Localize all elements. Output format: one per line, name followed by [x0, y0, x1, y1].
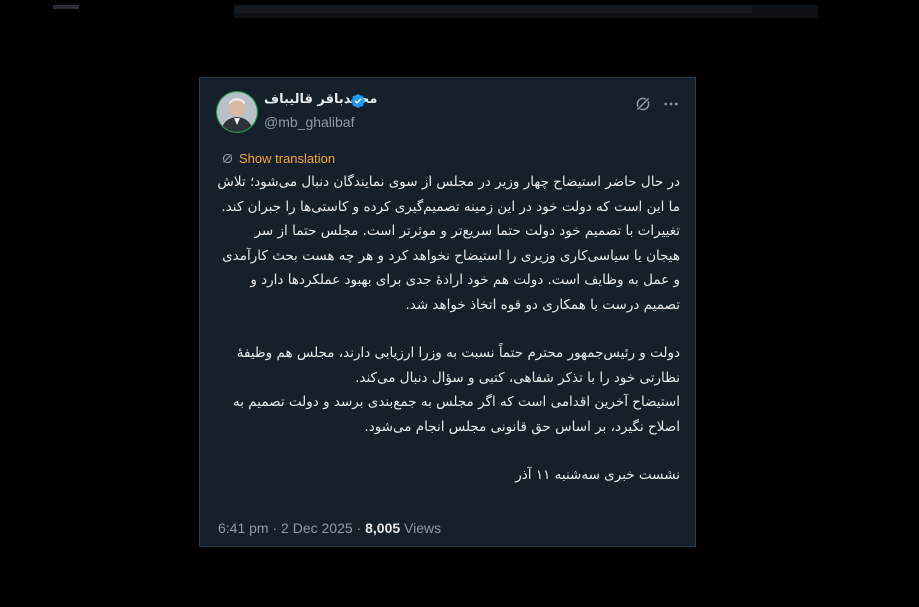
avatar-portrait: [217, 92, 257, 132]
tweet-paragraph-2: دولت و رئیس‌جمهور محترم حتماً نسبت به وز…: [236, 345, 680, 386]
tweet-paragraph-3: استیضاح آخرین اقدامی است که اگر مجلس به …: [232, 394, 680, 435]
tweet-paragraph-1: در حال حاضر استیضاح چهار وزیر در مجلس از…: [217, 174, 680, 313]
top-left-mark: [53, 5, 79, 9]
views-count: 8,005: [365, 520, 401, 536]
tweet-card[interactable]: محمدباقر قالیباف @mb_ghalibaf Show trans…: [199, 77, 696, 547]
meta-separator: ·: [356, 520, 362, 536]
tweet-paragraph-4: نشست خبری سه‌شنبه ۱۱ آذر: [515, 467, 680, 483]
views-label: Views: [404, 520, 442, 536]
top-blurred-bar: [234, 5, 818, 18]
avatar[interactable]: [217, 92, 257, 132]
grok-icon[interactable]: [634, 95, 652, 113]
more-options-icon[interactable]: [662, 95, 680, 113]
meta-separator: ·: [272, 520, 278, 536]
author-handle[interactable]: @mb_ghalibaf: [264, 114, 355, 130]
translate-icon: [222, 153, 233, 163]
more-dots-icon: [664, 102, 678, 106]
tweet-text: در حال حاضر استیضاح چهار وزیر در مجلس از…: [217, 170, 680, 488]
verified-badge-icon: [351, 94, 365, 108]
top-blurred-bar-inner: [234, 5, 752, 13]
tweet-time[interactable]: 6:41 pm: [218, 520, 269, 536]
show-translation-link[interactable]: Show translation: [221, 149, 335, 167]
tweet-meta: 6:41 pm · 2 Dec 2025 · 8,005 Views: [218, 520, 441, 536]
tweet-date[interactable]: 2 Dec 2025: [281, 520, 353, 536]
show-translation-label[interactable]: Show translation: [239, 151, 335, 166]
